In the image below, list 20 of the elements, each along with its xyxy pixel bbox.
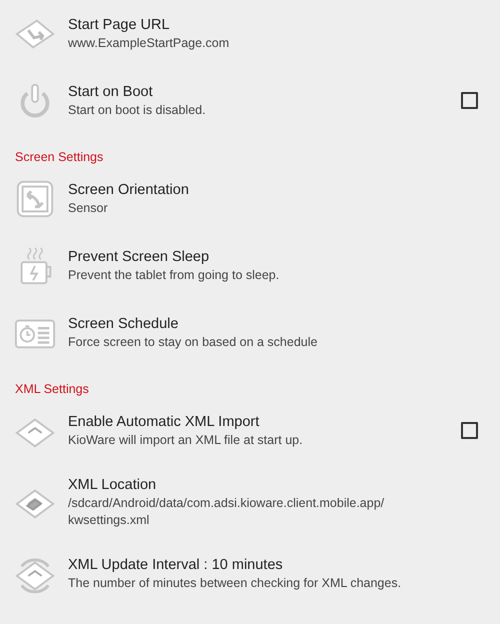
setting-summary: KioWare will import an XML file at start up. [68, 432, 304, 449]
setting-title: Start Page URL [68, 16, 171, 35]
section-header: Screen Settings [14, 149, 104, 165]
section-header: XML Settings [14, 381, 90, 397]
setting-summary: Start on boot is disabled. [68, 102, 207, 119]
checkbox[interactable] [461, 92, 478, 109]
setting-title: Screen Orientation [68, 181, 190, 200]
setting-summary: Prevent the tablet from going to sleep. [68, 267, 280, 284]
setting-title: XML Update Interval : 10 minutes [68, 556, 284, 575]
setting-summary: The number of minutes between checking for XML changes. [68, 575, 402, 592]
setting-title: XML Location [68, 476, 158, 495]
setting-summary: Force screen to stay on based on a schedule [68, 334, 318, 351]
setting-title: Screen Schedule [68, 315, 180, 334]
setting-title: Start on Boot [68, 83, 154, 102]
setting-summary: /sdcard/Android/data/com.adsi.kioware.client.mobile.app/ kwsettings.xml [68, 495, 386, 529]
setting-title: Enable Automatic XML Import [68, 413, 260, 432]
setting-summary: Sensor [68, 200, 109, 217]
setting-title: Prevent Screen Sleep [68, 248, 210, 267]
checkbox[interactable] [461, 422, 478, 439]
setting-summary: www.ExampleStartPage.com [68, 35, 230, 52]
